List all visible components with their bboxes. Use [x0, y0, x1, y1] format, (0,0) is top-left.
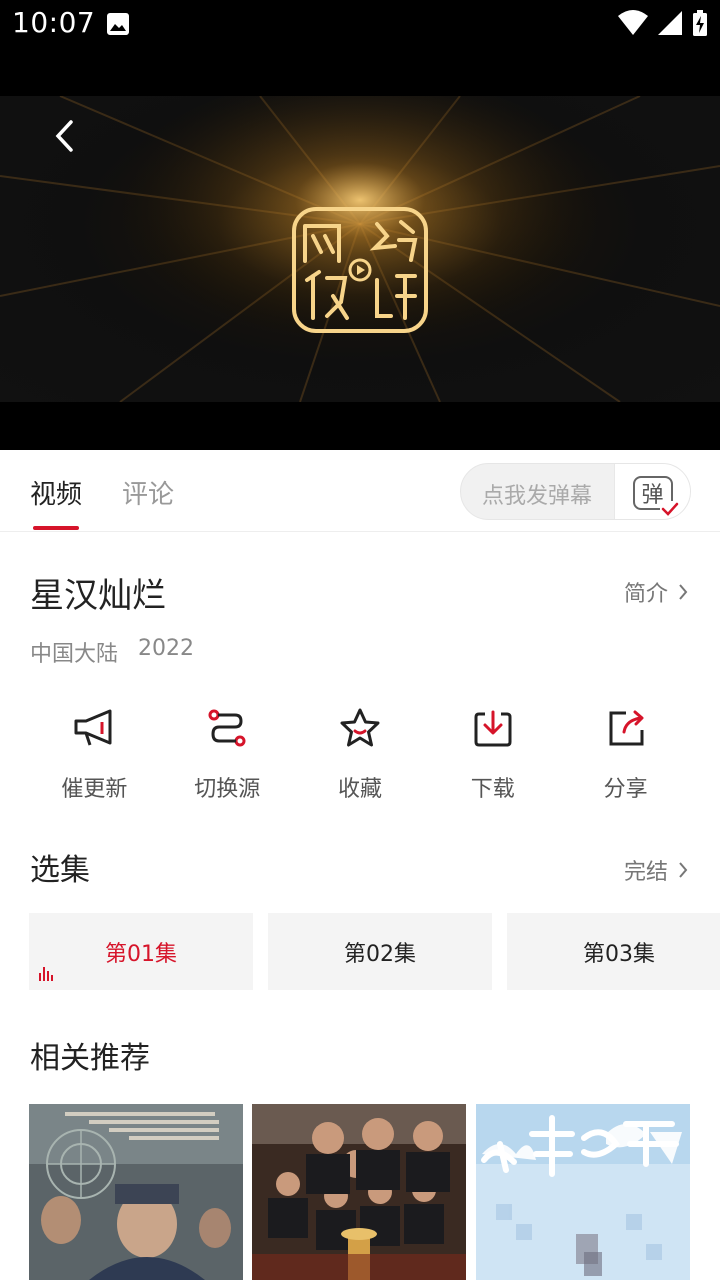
episode-item-3[interactable]: 第03集	[507, 913, 720, 990]
poster-image	[476, 1104, 690, 1280]
episodes-more-link[interactable]: 完结	[624, 854, 688, 886]
status-time: 10:07	[12, 6, 96, 39]
action-label: 下载	[470, 777, 515, 802]
show-title: 星汉灿烂	[30, 576, 166, 616]
episode-item-1[interactable]: 第01集	[29, 913, 253, 990]
action-label: 切换源	[194, 777, 261, 802]
year-label: 2022	[138, 636, 195, 661]
video-player[interactable]	[0, 48, 720, 450]
episode-label: 第01集	[105, 941, 177, 967]
share-icon	[603, 705, 649, 751]
download-button[interactable]: 下载	[426, 705, 559, 803]
recommend-poster-3[interactable]	[476, 1104, 690, 1280]
megaphone-icon	[71, 705, 117, 751]
chevron-right-icon	[679, 862, 688, 878]
playing-indicator-icon	[39, 967, 53, 981]
share-button[interactable]: 分享	[559, 705, 692, 803]
recommend-list	[29, 1104, 720, 1280]
episodes-heading: 选集	[30, 853, 90, 888]
chevron-right-icon	[679, 584, 688, 600]
action-label: 分享	[603, 777, 648, 802]
status-bar: 10:07	[0, 0, 720, 48]
recommend-heading: 相关推荐	[30, 1041, 150, 1076]
recommend-poster-2[interactable]	[252, 1104, 466, 1280]
episode-label: 第03集	[583, 941, 655, 967]
image-notification-icon	[106, 12, 130, 40]
request-update-button[interactable]: 催更新	[28, 705, 161, 803]
intro-link[interactable]: 简介	[624, 576, 688, 608]
tab-comments[interactable]: 评论	[122, 474, 174, 511]
cell-signal-icon	[658, 11, 682, 39]
download-icon	[470, 705, 516, 751]
poster-image	[252, 1104, 466, 1280]
show-meta: 中国大陆 2022	[30, 636, 194, 668]
action-label: 收藏	[337, 777, 382, 802]
region-label: 中国大陆	[30, 642, 119, 667]
check-icon	[659, 500, 680, 517]
chevron-left-icon	[55, 120, 73, 152]
favorite-button[interactable]: 收藏	[294, 705, 427, 803]
active-tab-indicator	[33, 526, 79, 530]
danmaku-toggle-button[interactable]: 弹	[614, 464, 690, 519]
tab-video[interactable]: 视频	[30, 474, 82, 511]
episode-list: 第01集 第02集 第03集	[29, 913, 720, 990]
danmaku-icon: 弹	[632, 475, 680, 517]
star-icon	[337, 705, 383, 751]
action-row: 催更新 切换源 收藏 下载 分享	[28, 705, 692, 803]
video-frame[interactable]	[0, 96, 720, 402]
recommend-poster-1[interactable]	[29, 1104, 243, 1280]
action-label: 催更新	[61, 777, 128, 802]
danmaku-input[interactable]: 点我发弹幕	[482, 478, 592, 510]
poster-image	[29, 1104, 243, 1280]
episode-label: 第02集	[344, 941, 416, 967]
intro-label: 简介	[623, 582, 668, 607]
switch-source-icon	[204, 705, 250, 751]
back-button[interactable]	[44, 116, 84, 156]
episode-item-2[interactable]: 第02集	[268, 913, 492, 990]
switch-source-button[interactable]: 切换源	[161, 705, 294, 803]
battery-charging-icon	[692, 10, 708, 40]
danmaku-bar: 点我发弹幕 弹	[460, 463, 691, 520]
logo-seal-icon	[292, 207, 428, 333]
wifi-icon	[618, 10, 648, 40]
episodes-status-label: 完结	[623, 860, 668, 885]
